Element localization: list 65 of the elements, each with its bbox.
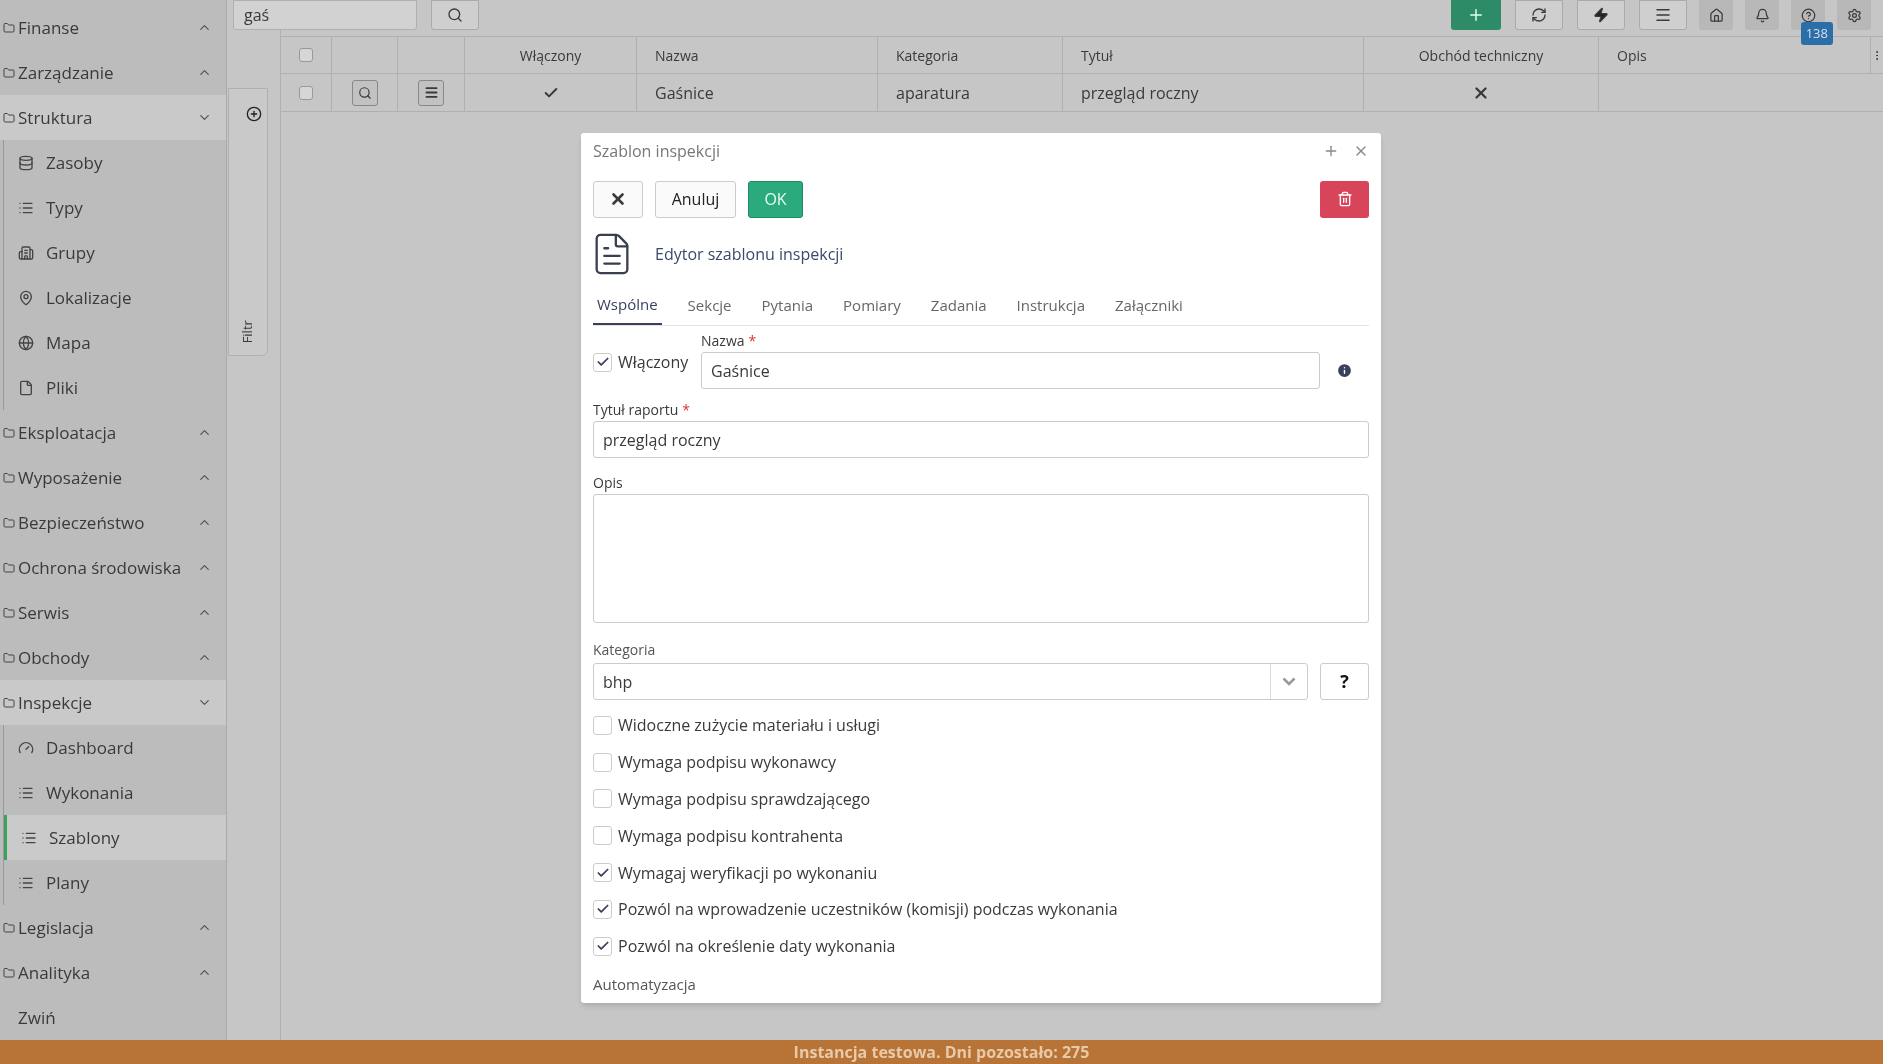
collapse-item[interactable]: Zwiń <box>0 995 226 1040</box>
field-label: Kategoria <box>593 639 657 661</box>
category-select[interactable]: bhp <box>593 663 1308 700</box>
checkbox-label: Wymagaj weryfikacji po wykonaniu <box>618 860 878 885</box>
field-label: Nazwa <box>701 330 745 352</box>
required-mark: * <box>682 399 690 421</box>
status-bar: Instancja testowa. Dni pozostało: 275 <box>0 1040 1883 1064</box>
sidebar-subitem[interactable]: Plany <box>4 860 226 905</box>
sidebar-item[interactable]: Eksploatacja <box>0 410 226 455</box>
checkbox-label: Pozwól na określenie daty wykonania <box>618 934 896 959</box>
sidebar-item[interactable]: Bezpieczeństwo <box>0 500 226 545</box>
sidebar-item[interactable]: Struktura <box>0 95 226 140</box>
sidebar-item[interactable]: Analityka <box>0 950 226 995</box>
sidebar-item[interactable]: Legislacja <box>0 905 226 950</box>
checkbox-label: Włączony <box>618 350 689 374</box>
checkbox-label: Wymaga podpisu kontrahenta <box>618 823 844 848</box>
dialog-title: Szablon inspekcji <box>593 139 721 163</box>
sidebar-item[interactable]: Inspekcje <box>0 680 226 725</box>
sidebar-item[interactable]: Finanse <box>0 5 226 50</box>
field-label: Opis <box>593 472 624 494</box>
checkbox-label: Pozwól na wprowadzenie uczestników (komisji) podczas wykonania <box>618 897 1118 922</box>
tab[interactable]: Zadania <box>926 285 991 325</box>
checkbox-label: Wymaga podpisu wykonawcy <box>618 750 837 775</box>
cancel-button[interactable]: Anuluj <box>655 180 736 218</box>
required-mark: * <box>748 330 757 352</box>
column-header[interactable]: Kategoria <box>896 44 959 66</box>
field-label: Tytuł raportu <box>593 399 679 421</box>
sidebar-subitem[interactable]: Lokalizacje <box>4 275 226 320</box>
editor-heading: Edytor szablonu inspekcji <box>655 242 844 266</box>
sidebar-subitem[interactable]: Pliki <box>4 365 226 410</box>
sidebar-subitem[interactable]: Grupy <box>4 230 226 275</box>
table-cell: aparatura <box>896 80 970 105</box>
sidebar-item[interactable]: Serwis <box>0 590 226 635</box>
sidebar-subitem[interactable]: Szablony <box>4 815 226 860</box>
tab[interactable]: Wspólne <box>593 285 662 325</box>
checkbox-label: Widoczne zużycie materiału i usługi <box>618 713 881 738</box>
sidebar-item[interactable]: Zarządzanie <box>0 50 226 95</box>
checkbox-label: Wymaga podpisu sprawdzającego <box>618 787 871 811</box>
filter-tab[interactable]: Filtr <box>228 88 268 356</box>
tab[interactable]: Pytania <box>757 285 818 325</box>
column-header[interactable]: Włączony <box>519 44 582 66</box>
notification-badge: 138 <box>1800 22 1833 45</box>
sidebar-subitem[interactable]: Mapa <box>4 320 226 365</box>
tab[interactable]: Instrukcja <box>1012 285 1089 325</box>
table-cell: Gaśnice <box>655 80 714 105</box>
name-field[interactable]: Gaśnice <box>701 352 1320 389</box>
column-header[interactable]: Nazwa <box>655 44 699 66</box>
sidebar-subitem[interactable]: Dashboard <box>4 725 226 770</box>
help-button[interactable]: ? <box>1320 663 1369 700</box>
sidebar-item[interactable]: Ochrona środowiska <box>0 545 226 590</box>
table-cell: przegląd roczny <box>1081 80 1199 105</box>
column-header[interactable]: Opis <box>1617 44 1647 66</box>
search-field[interactable]: gaś <box>233 0 417 30</box>
column-header[interactable]: Obchód techniczny <box>1418 44 1544 66</box>
sidebar-subitem[interactable]: Wykonania <box>4 770 226 815</box>
sidebar-item[interactable]: Wyposażenie <box>0 455 226 500</box>
tab[interactable]: Sekcje <box>683 285 736 325</box>
sidebar-subitem[interactable]: Zasoby <box>4 140 226 185</box>
section-heading: Automatyzacja <box>593 972 697 996</box>
tab[interactable]: Pomiary <box>839 285 905 325</box>
report-title-field[interactable]: przegląd roczny <box>593 421 1369 458</box>
column-header[interactable]: Tytuł <box>1081 44 1113 66</box>
sidebar-item[interactable]: Obchody <box>0 635 226 680</box>
sidebar-subitem[interactable]: Typy <box>4 185 226 230</box>
tab[interactable]: Załączniki <box>1110 285 1187 325</box>
